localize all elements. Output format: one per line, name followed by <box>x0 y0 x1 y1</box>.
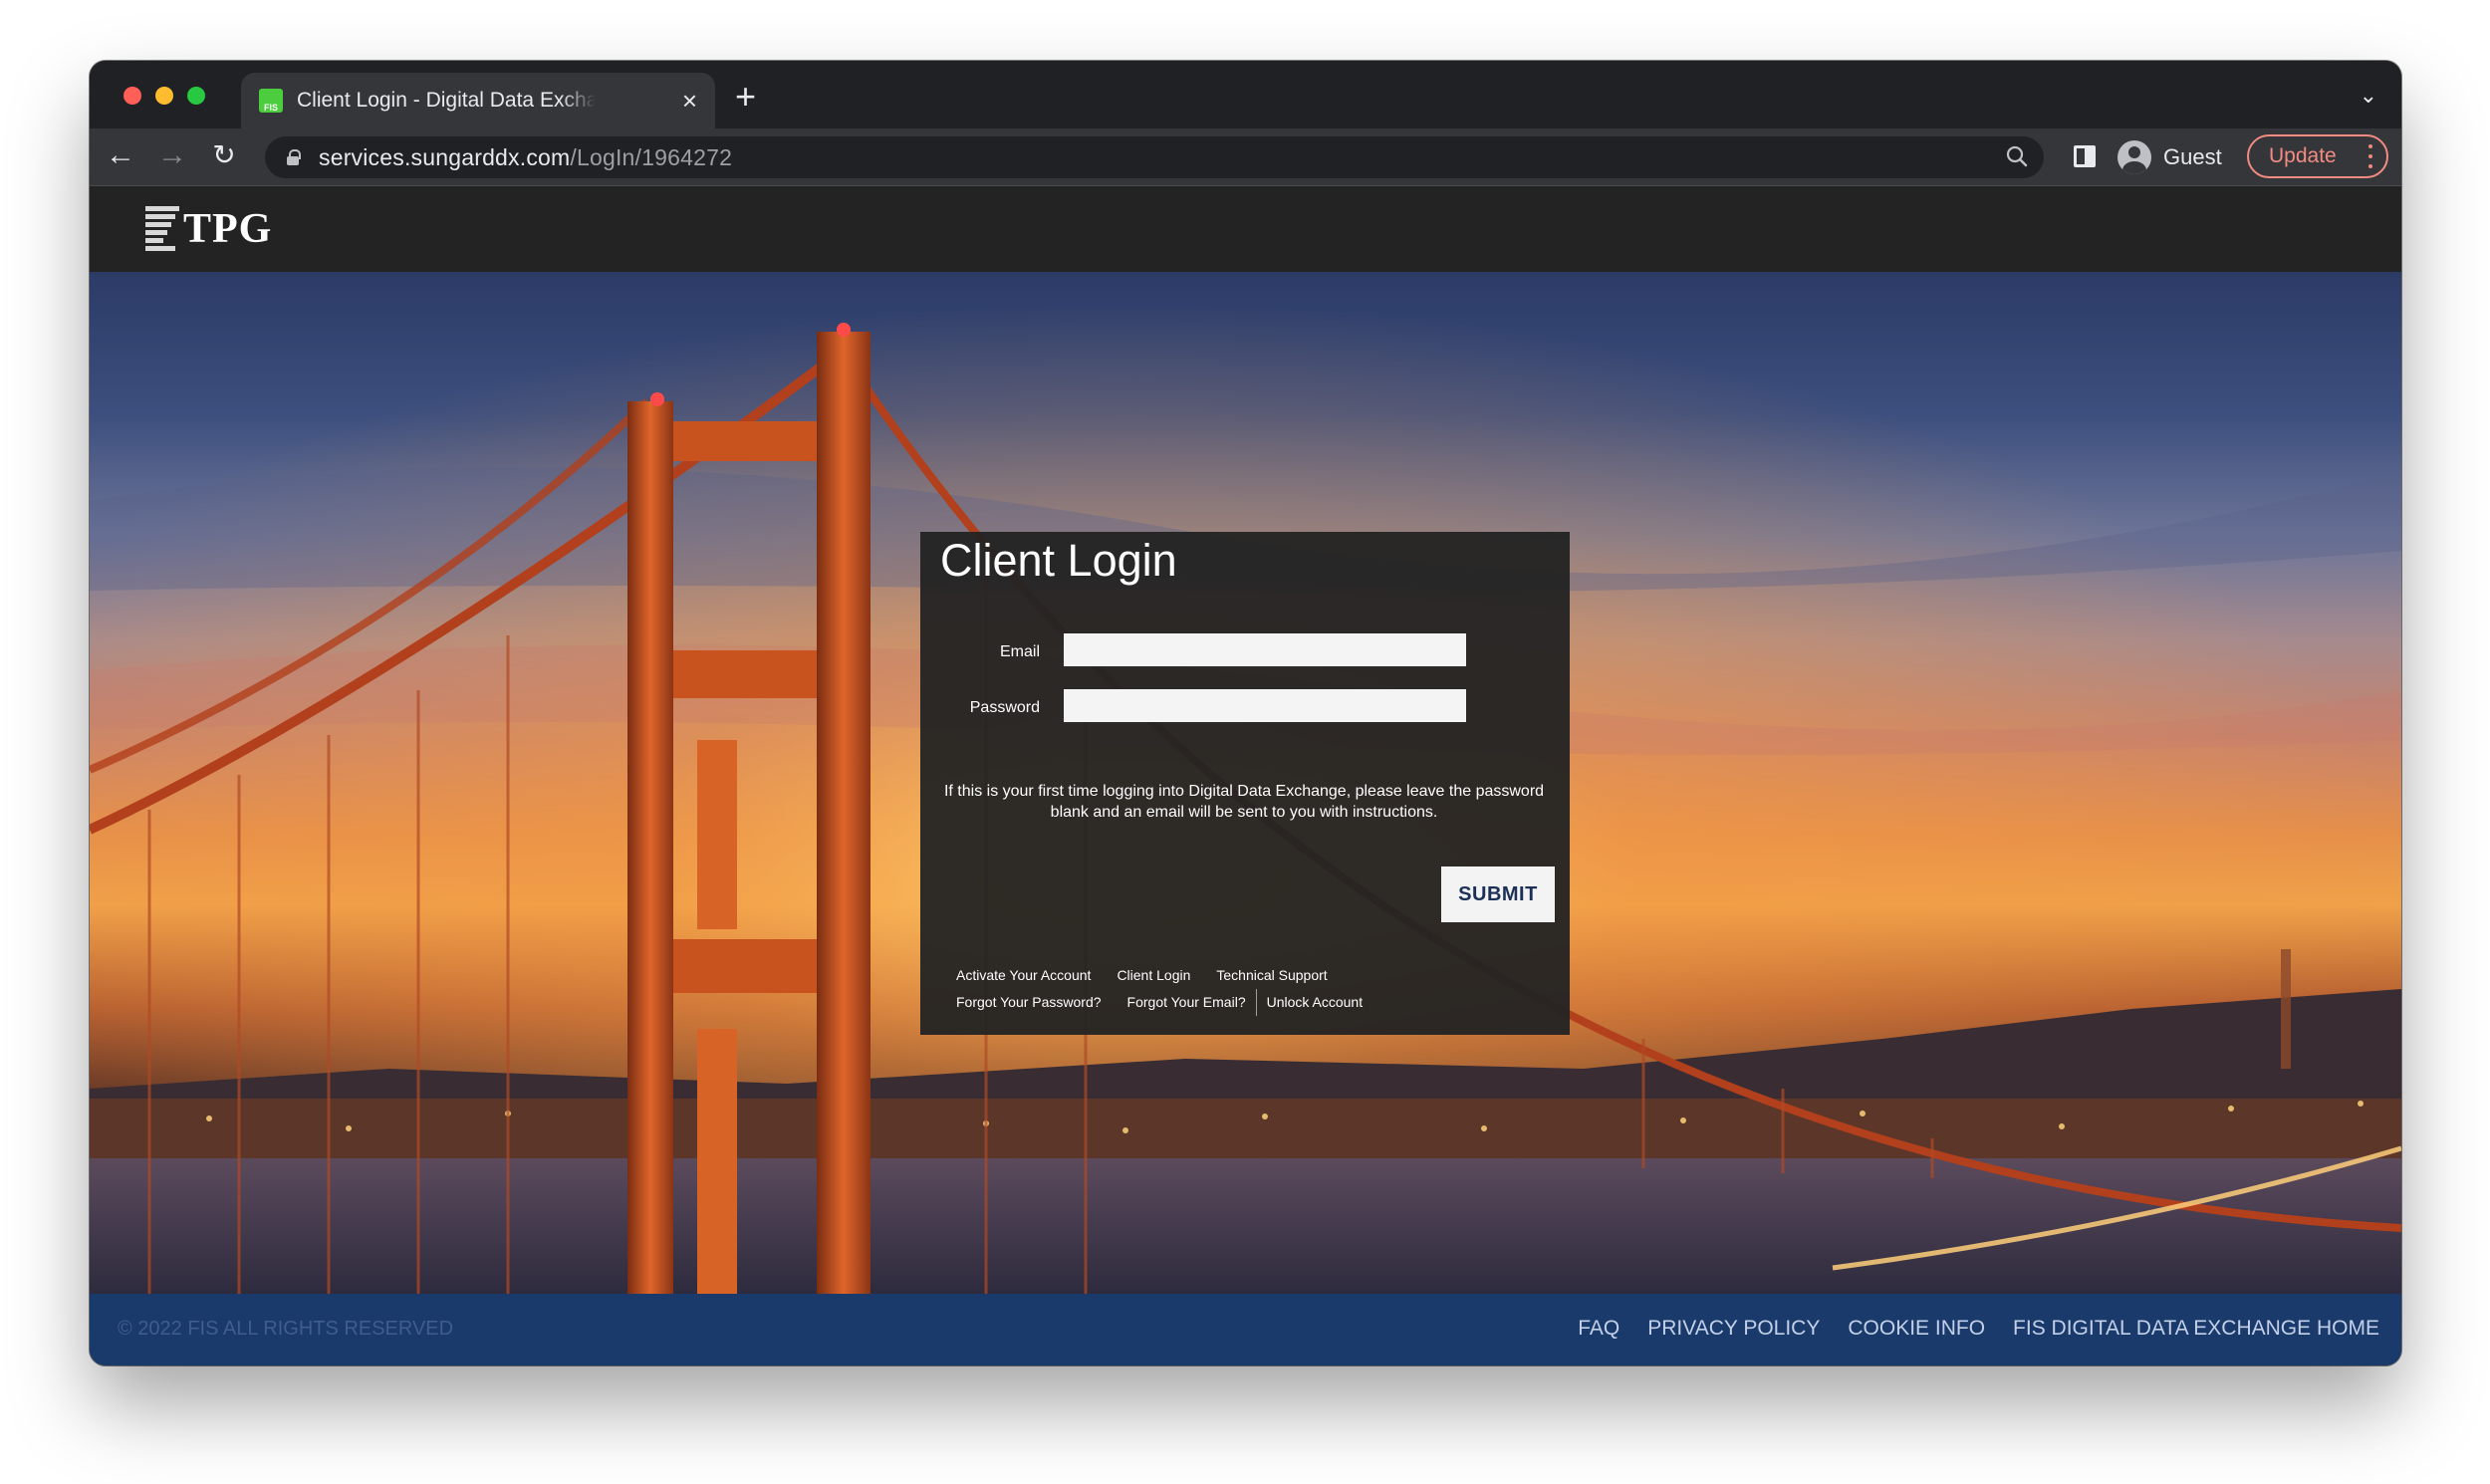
forward-arrow-icon[interactable]: → <box>155 138 189 172</box>
tab-client-login[interactable]: FIS Client Login - Digital Data Exchange… <box>241 73 715 128</box>
update-label: Update <box>2269 144 2337 167</box>
email-label: Email <box>999 643 1040 660</box>
forgot-password-link[interactable]: Forgot Your Password? <box>956 989 1102 1016</box>
profile-label[interactable]: Guest <box>2163 144 2222 170</box>
search-icon[interactable] <box>2006 145 2028 167</box>
back-arrow-icon[interactable]: ← <box>104 138 137 172</box>
hero-background-image: Client Login Email Password If this is y… <box>90 272 2401 1294</box>
fis-favicon-icon: FIS <box>259 89 283 113</box>
guest-avatar-icon[interactable] <box>2117 140 2151 174</box>
kebab-menu-icon[interactable] <box>2368 144 2372 168</box>
tab-search-chevron-icon[interactable]: ⌄ <box>2360 83 2377 109</box>
login-panel: Client Login Email Password If this is y… <box>920 532 1570 1035</box>
cookie-info-link[interactable]: COOKIE INFO <box>1848 1317 1985 1341</box>
copyright-text: © 2022 FIS ALL RIGHTS RESERVED <box>118 1318 454 1340</box>
first-time-instructions: If this is your first time logging into … <box>943 783 1545 821</box>
technical-support-link[interactable]: Technical Support <box>1216 962 1327 989</box>
password-label: Password <box>969 699 1040 716</box>
close-window-button[interactable] <box>124 87 141 105</box>
close-tab-icon[interactable]: × <box>682 88 697 114</box>
fis-ddx-home-link[interactable]: FIS DIGITAL DATA EXCHANGE HOME <box>2013 1317 2379 1341</box>
site-header: TPG <box>90 186 2401 272</box>
url-text[interactable]: services.sungarddx.com/LogIn/1964272 <box>319 144 732 171</box>
browser-window: FIS Client Login - Digital Data Exchange… <box>90 61 2401 1365</box>
url-path: /LogIn/1964272 <box>570 143 733 170</box>
password-field[interactable] <box>1064 689 1466 722</box>
email-field[interactable] <box>1064 633 1466 666</box>
submit-button[interactable]: SUBMIT <box>1441 866 1555 922</box>
side-panel-icon[interactable] <box>2074 145 2096 167</box>
site-footer: © 2022 FIS ALL RIGHTS RESERVED FAQ PRIVA… <box>90 1294 2401 1365</box>
tab-title: Client Login - Digital Data Exchange <box>297 89 596 112</box>
tpg-logo-mark-icon <box>145 204 179 254</box>
reload-icon[interactable]: ↻ <box>207 138 241 172</box>
login-title: Client Login <box>940 535 1177 586</box>
tab-bar: FIS Client Login - Digital Data Exchange… <box>90 61 2401 128</box>
unlock-account-link[interactable]: Unlock Account <box>1255 989 1363 1016</box>
client-login-link[interactable]: Client Login <box>1117 962 1190 989</box>
logo-text: TPG <box>183 206 273 252</box>
faq-link[interactable]: FAQ <box>1578 1317 1619 1341</box>
forgot-email-link[interactable]: Forgot Your Email? <box>1127 989 1246 1016</box>
page-content: TPG Client Login Email Password If this … <box>90 186 2401 1365</box>
address-bar[interactable]: services.sungarddx.com/LogIn/1964272 <box>265 136 2044 178</box>
url-host: services.sungarddx.com <box>319 143 571 170</box>
lock-icon[interactable] <box>287 149 301 165</box>
browser-toolbar: ← → ↻ services.sungarddx.com/LogIn/19642… <box>90 128 2401 186</box>
login-links: Activate Your Account Client Login Techn… <box>956 962 1388 1016</box>
tpg-logo[interactable]: TPG <box>145 202 272 256</box>
activate-account-link[interactable]: Activate Your Account <box>956 962 1091 989</box>
privacy-policy-link[interactable]: PRIVACY POLICY <box>1647 1317 1820 1341</box>
update-button[interactable]: Update <box>2247 134 2388 178</box>
new-tab-button[interactable]: + <box>735 79 756 115</box>
minimize-window-button[interactable] <box>155 87 173 105</box>
maximize-window-button[interactable] <box>187 87 205 105</box>
footer-links: FAQ PRIVACY POLICY COOKIE INFO FIS DIGIT… <box>1550 1317 2379 1341</box>
